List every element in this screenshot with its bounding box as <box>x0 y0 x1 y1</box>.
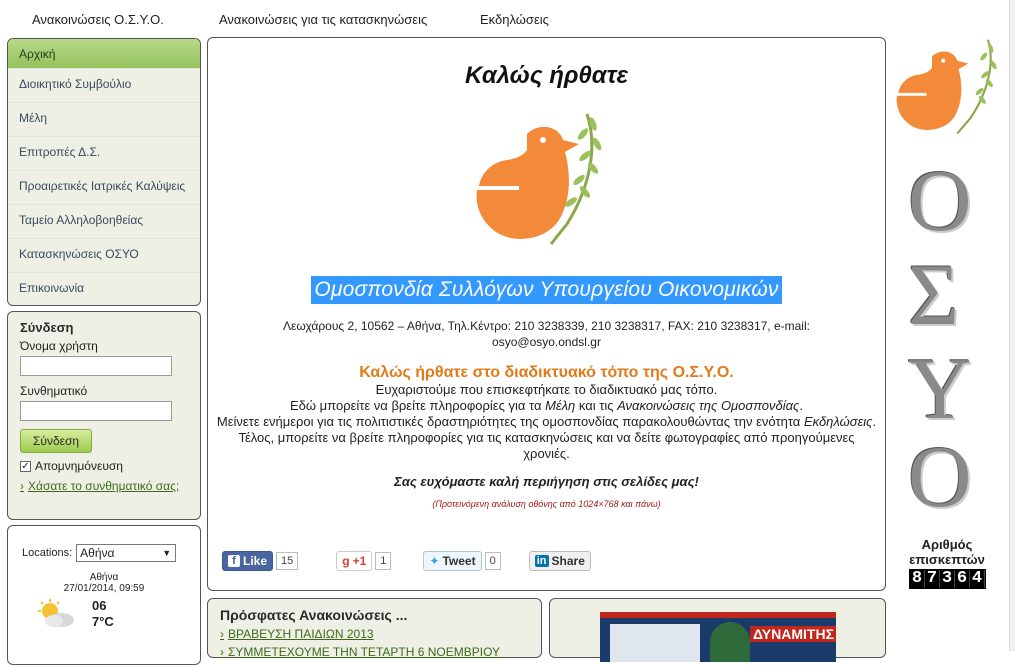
facebook-icon: f <box>228 555 240 567</box>
sidebar-menu: Αρχική Διοικητικό Συμβούλιο Μέλη Επιτροπ… <box>7 38 201 306</box>
password-input[interactable] <box>20 401 172 421</box>
logo-letter-sigma: Σ <box>908 247 960 344</box>
weather-city: Αθήνα <box>89 572 119 583</box>
news-item: › ΣΥΜΜΕΤΕΧΟΥΜΕ ΤΗΝ ΤΕΤΑΡΤΗ 6 ΝΟΕΜΒΡΙΟΥ <box>220 645 529 659</box>
welcome-text-1: Ευχαριστούμε που επισκεφτήκατε το διαδικ… <box>375 382 718 397</box>
magazine-panel: ΔΥΝΑΜΙΤΗΣ <box>549 598 886 662</box>
sidebar-item-home[interactable]: Αρχική <box>8 39 200 69</box>
topnav-events[interactable]: Εκδηλώσεις <box>480 12 549 27</box>
sidebar-item-board[interactable]: Διοικητικό Συμβούλιο <box>8 69 200 103</box>
chevron-right-icon: › <box>220 645 224 659</box>
text-fragment: . <box>872 414 877 429</box>
location-select[interactable]: Αθήνα ▼ <box>76 544 177 562</box>
page-title: Καλώς ήρθατε <box>465 62 628 89</box>
gplus-count: 1 <box>375 552 392 570</box>
welcome-heading: Καλώς ήρθατε στο διαδικτυακό τόπο της Ο.… <box>359 364 734 381</box>
sidebar-item-fund[interactable]: Ταμείο Αλληλοβοηθείας <box>8 205 200 239</box>
logo-letter-upsilon: Υ <box>908 341 972 438</box>
tweet-count: 0 <box>484 552 501 570</box>
welcome-text-2: Εδώ μπορείτε να βρείτε πληροφορίες για τ… <box>217 398 877 414</box>
dove-logo-small <box>896 39 997 135</box>
weather-datetime: 27/01/2014, 09:59 <box>63 583 145 594</box>
login-button[interactable]: Σύνδεση <box>20 429 93 453</box>
login-panel: Σύνδεση Όνομα χρήστη Συνθηματικό Σύνδεση… <box>7 311 201 520</box>
tweet-label: Tweet <box>442 554 476 568</box>
counter-digit: 7 <box>925 570 940 588</box>
remember-label: Απομνημόνευση <box>35 459 123 473</box>
text-fragment: και τις <box>575 398 618 413</box>
resolution-note: (Προτεινόμενη ανάλυση οθόνης από 1024×76… <box>432 499 661 509</box>
news-link[interactable]: ΣΥΜΜΕΤΕΧΟΥΜΕ ΤΗΝ ΤΕΤΑΡΤΗ 6 ΝΟΕΜΒΡΙΟΥ <box>228 645 500 659</box>
login-title: Σύνδεση <box>20 320 74 335</box>
welcome-text-3: Μείνετε ενήμεροι για τις πολιτιστικές δρ… <box>217 414 877 430</box>
like-count: 15 <box>276 552 299 570</box>
news-title: Πρόσφατες Ανακοινώσεις ... <box>220 607 408 623</box>
topnav-announcements[interactable]: Ανακοινώσεις Ο.Σ.Υ.Ο. <box>32 12 164 27</box>
social-buttons: f Like 15 g +1 1 ✦ Tweet 0 in Share <box>222 551 591 571</box>
events-link[interactable]: Εκδηλώσεις <box>804 414 873 429</box>
linkedin-share-button[interactable]: in Share <box>528 551 591 571</box>
text-fragment: . <box>799 398 803 413</box>
forgot-password-link[interactable]: Χάσατε το συνθηματικό σας; <box>28 479 179 493</box>
text-fragment: Μείνετε ενήμεροι για τις πολιτιστικές δρ… <box>216 414 804 429</box>
twitter-bird-icon: ✦ <box>429 554 440 568</box>
google-plus-icon: g <box>342 554 350 568</box>
sidebar-item-committees[interactable]: Επιτροπές Δ.Σ. <box>8 137 200 171</box>
counter-digit: 8 <box>910 570 925 588</box>
members-link[interactable]: Μέλη <box>545 398 575 413</box>
topnav-camp-announcements[interactable]: Ανακοινώσεις για τις κατασκηνώσεις <box>219 12 427 27</box>
username-label: Όνομα χρήστη <box>20 339 98 353</box>
google-plus-button[interactable]: g +1 <box>336 551 373 571</box>
username-input[interactable] <box>20 356 172 376</box>
sidebar-item-members[interactable]: Μέλη <box>8 103 200 137</box>
facebook-like-button[interactable]: f Like <box>222 551 274 571</box>
scrollbar[interactable] <box>1009 0 1015 651</box>
weather-panel: Locations: Αθήνα ▼ Αθήνα 27/01/2014, 09:… <box>7 525 201 665</box>
weather-low: 7°C <box>92 614 114 629</box>
dropdown-arrow-icon: ▼ <box>162 548 172 558</box>
top-navigation: Ανακοινώσεις Ο.Σ.Υ.Ο. Ανακοινώσεις για τ… <box>0 0 1010 36</box>
dove-logo <box>476 113 601 245</box>
recent-news-panel: Πρόσφατες Ανακοινώσεις ... › ΒΡΑΒΕΥΣΗ ΠΑ… <box>207 598 542 659</box>
locations-label: Locations: <box>22 547 73 559</box>
remember-row: ✓ Απομνημόνευση <box>20 459 188 473</box>
logo-letter-omicron-2: Ο <box>908 429 972 526</box>
like-label: Like <box>243 554 268 568</box>
tweet-button[interactable]: ✦ Tweet <box>423 551 482 571</box>
visitor-counter: 87364 <box>909 569 986 589</box>
news-item: › ΒΡΑΒΕΥΣΗ ΠΑΙΔΙΩΝ 2013 <box>220 627 529 641</box>
sidebar-item-contact[interactable]: Επικοινωνία <box>8 273 200 305</box>
share-label: Share <box>551 554 585 568</box>
partly-cloudy-icon <box>38 599 74 627</box>
magazine-headline: ΔΥΝΑΜΙΤΗΣ <box>750 626 836 642</box>
chevron-right-icon: › <box>20 479 24 493</box>
sidebar-item-camps[interactable]: Κατασκηνώσεις ΟΣΥΟ <box>8 239 200 273</box>
main-content: Καλώς ήρθατε Ομοσπονδία Συλλόγων Υπουργε… <box>207 37 886 591</box>
password-label: Συνθηματικό <box>20 384 88 398</box>
text-fragment: Εδώ μπορείτε να βρείτε πληροφορίες για τ… <box>290 398 546 413</box>
news-link[interactable]: ΒΡΑΒΕΥΣΗ ΠΑΙΔΙΩΝ 2013 <box>228 627 374 641</box>
announcements-link[interactable]: Ανακοινώσεις της Ομοσπονδίας <box>617 398 799 413</box>
gplus-label: +1 <box>352 554 367 568</box>
counter-digit: 4 <box>970 570 985 588</box>
weather-high: 06 <box>92 598 107 613</box>
sidebar-item-medical[interactable]: Προαιρετικές Ιατρικές Καλύψεις <box>8 171 200 205</box>
counter-digit: 3 <box>940 570 955 588</box>
logo-letter-omicron: Ο <box>908 153 972 250</box>
contact-address: Λεωχάρους 2, 10562 – Αθήνα, Τηλ.Κέντρο: … <box>283 319 810 349</box>
location-row: Locations: Αθήνα ▼ <box>22 544 186 562</box>
magazine-cover-image[interactable]: ΔΥΝΑΜΙΤΗΣ <box>600 612 836 662</box>
chevron-right-icon: › <box>220 627 224 641</box>
counter-digit: 6 <box>955 570 970 588</box>
brand-column: Ο Σ Υ Ο Αριθμός επισκεπτών 87364 <box>888 30 1006 650</box>
visitor-count-label: Αριθμός επισκεπτών <box>909 537 985 567</box>
welcome-text-4: Τέλος, μπορείτε να βρείτε πληροφορίες γι… <box>238 430 855 461</box>
location-selected: Αθήνα <box>80 546 115 560</box>
forgot-password-row: › Χάσατε το συνθηματικό σας; <box>20 479 188 493</box>
linkedin-icon: in <box>534 555 549 567</box>
greeting-text: Σας ευχόμαστε καλή περιήγηση στις σελίδε… <box>394 474 699 489</box>
remember-checkbox[interactable]: ✓ <box>20 460 31 472</box>
federation-name: Ομοσπονδία Συλλόγων Υπουργείου Οικονομικ… <box>311 276 782 304</box>
